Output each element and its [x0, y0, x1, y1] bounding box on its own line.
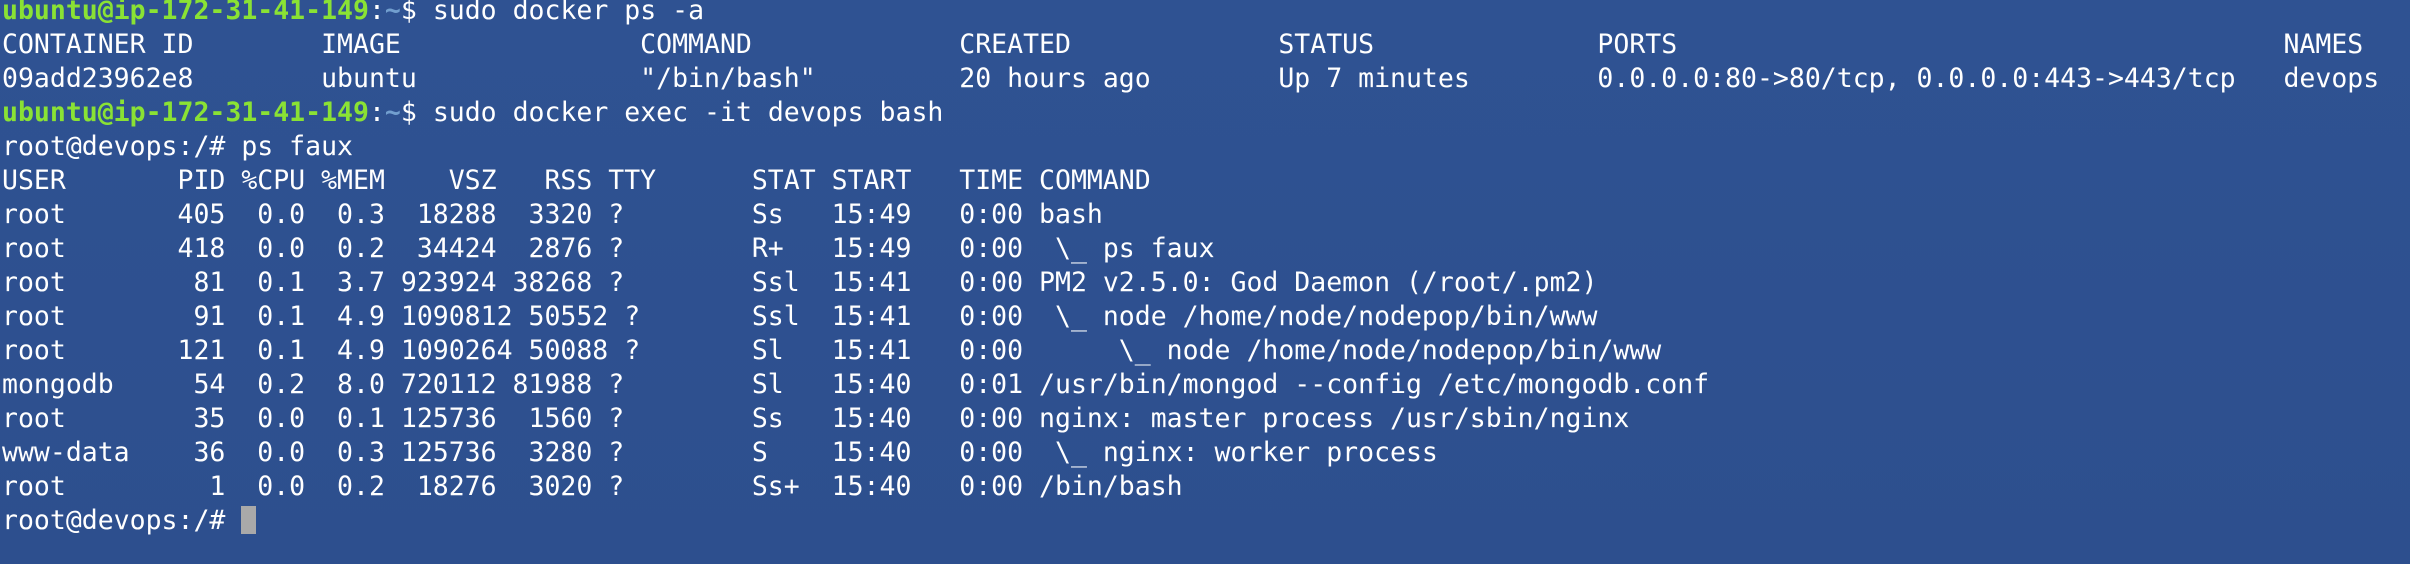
terminal-output: ubuntu@ip-172-31-41-149:~$ sudo docker p… [2, 0, 2379, 538]
ps-row: root 91 0.1 4.9 1090812 50552 ? Ssl 15:4… [2, 301, 1598, 332]
prompt-separator: : [368, 0, 385, 26]
ps-row: root 1 0.0 0.2 18276 3020 ? Ss+ 15:40 0:… [2, 471, 1183, 502]
cursor-block [241, 506, 257, 534]
terminal-line-prompt: ubuntu@ip-172-31-41-149:~$ sudo docker e… [2, 96, 2379, 130]
ps-row: root 121 0.1 4.9 1090264 50088 ? Sl 15:4… [2, 335, 1662, 366]
prompt-separator: : [368, 97, 385, 128]
docker-ps-header: CONTAINER ID IMAGE COMMAND CREATED STATU… [2, 29, 2364, 60]
ps-row: mongodb 54 0.2 8.0 720112 81988 ? Sl 15:… [2, 369, 1710, 400]
prompt-path: ~ [384, 0, 401, 26]
prompt-user-host: ubuntu@ip-172-31-41-149 [2, 0, 369, 26]
ps-row: root 35 0.0 0.1 125736 1560 ? Ss 15:40 0… [2, 403, 1630, 434]
prompt-user-host: ubuntu@ip-172-31-41-149 [2, 97, 369, 128]
terminal-line-prompt: ubuntu@ip-172-31-41-149:~$ sudo docker p… [2, 0, 2379, 28]
ps-row: www-data 36 0.0 0.3 125736 3280 ? S 15:4… [2, 437, 1438, 468]
ps-header: USER PID %CPU %MEM VSZ RSS TTY STAT STAR… [2, 165, 1151, 196]
container-prompt-line: root@devops:/# ps faux [2, 131, 353, 162]
prompt-path: ~ [384, 97, 401, 128]
prompt-command: sudo docker exec -it devops bash [432, 97, 944, 128]
prompt-symbol: $ [400, 0, 433, 26]
ps-row: root 418 0.0 0.2 34424 2876 ? R+ 15:49 0… [2, 233, 1215, 264]
prompt-symbol: $ [400, 97, 433, 128]
prompt-command: sudo docker ps -a [432, 0, 705, 26]
terminal-input-line[interactable]: root@devops:/# [2, 504, 2379, 538]
ps-row: root 405 0.0 0.3 18288 3320 ? Ss 15:49 0… [2, 199, 1103, 230]
docker-ps-row: 09add23962e8 ubuntu "/bin/bash" 20 hours… [2, 63, 2380, 94]
terminal-window[interactable]: ubuntu@ip-172-31-41-149:~$ sudo docker p… [0, 0, 2410, 564]
container-prompt: root@devops:/# [2, 505, 242, 536]
ps-row: root 81 0.1 3.7 923924 38268 ? Ssl 15:41… [2, 267, 1598, 298]
